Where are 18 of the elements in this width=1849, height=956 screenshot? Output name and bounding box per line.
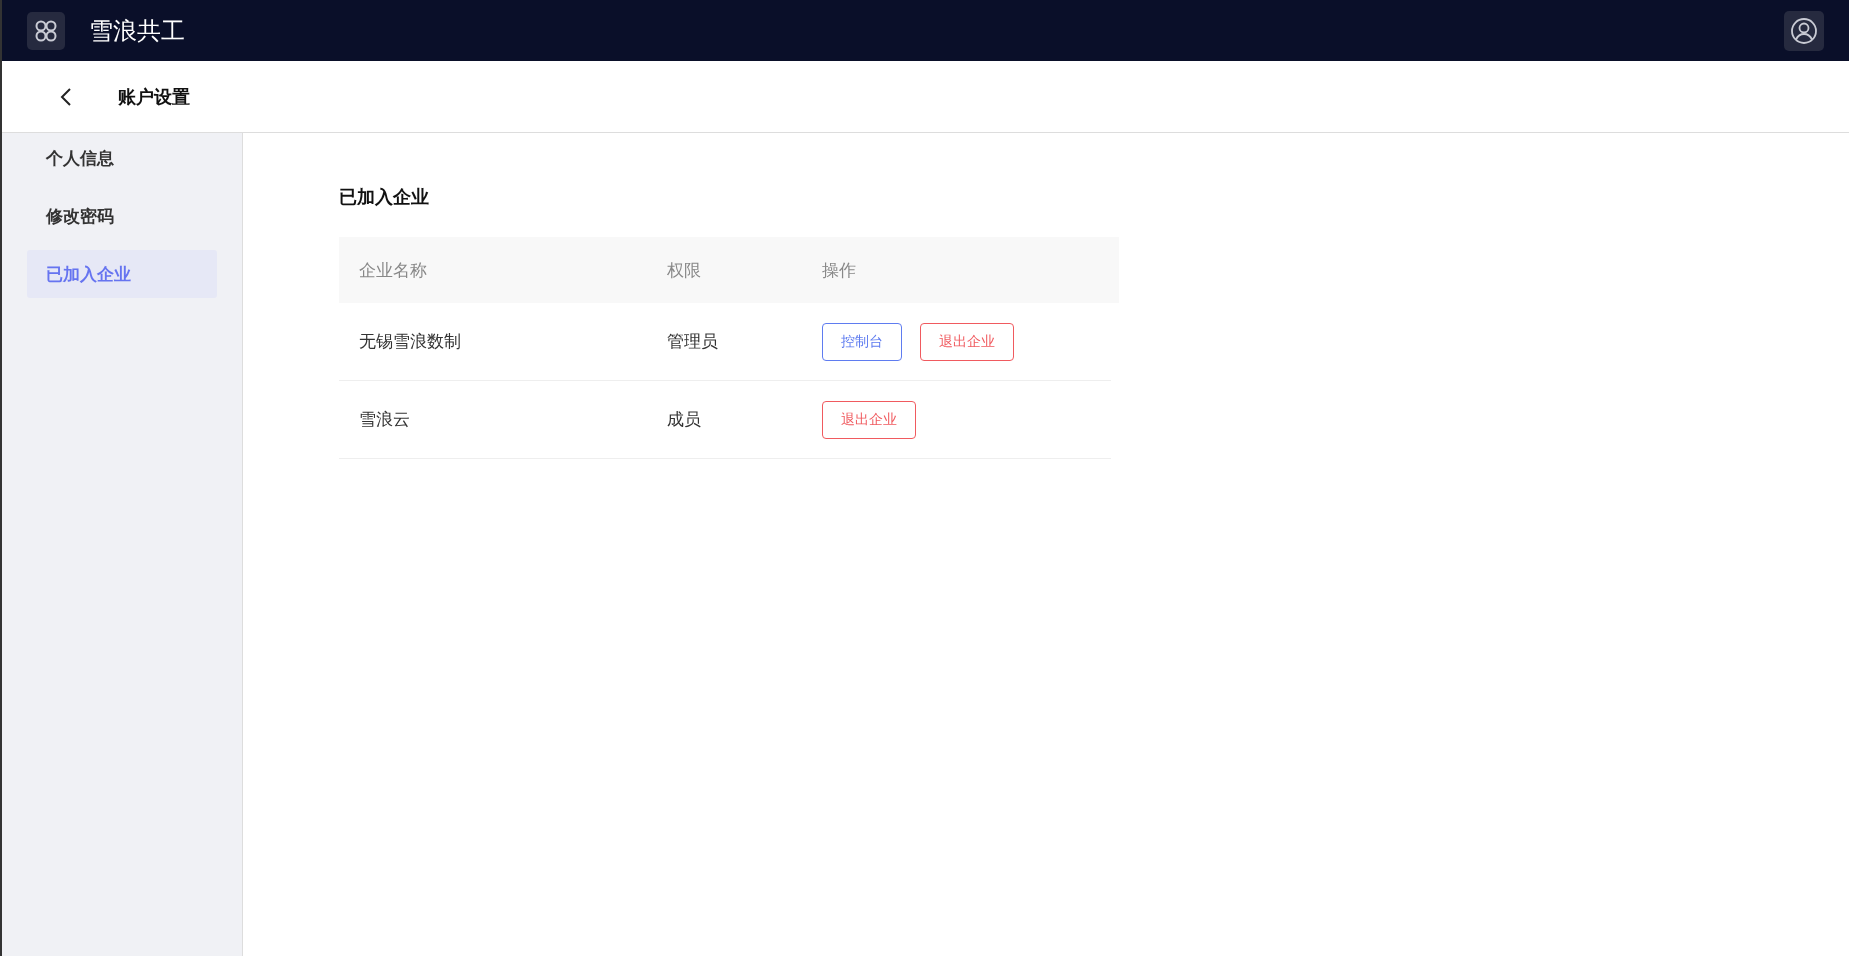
table-cell-text: 雪浪云 bbox=[358, 408, 411, 431]
app-title: 雪浪共工 bbox=[89, 15, 185, 47]
sidebar-item[interactable]: 个人信息 bbox=[27, 134, 217, 182]
leave-button[interactable]: 退出企业 bbox=[920, 322, 1014, 361]
column-header: 企业名称 bbox=[358, 258, 428, 282]
sidebar-item[interactable]: 已加入企业 bbox=[27, 250, 217, 298]
table-cell-text: 管理员 bbox=[667, 330, 719, 353]
table-cell-text: 无锡雪浪数制 bbox=[358, 330, 462, 353]
sidebar-item[interactable]: 修改密码 bbox=[27, 192, 217, 240]
console-button[interactable]: 控制台 bbox=[822, 322, 902, 361]
app-logo-icon[interactable] bbox=[27, 11, 65, 50]
user-avatar-icon[interactable] bbox=[1784, 10, 1824, 51]
column-header: 操作 bbox=[822, 258, 856, 282]
leave-button[interactable]: 退出企业 bbox=[822, 400, 916, 439]
table-cell-text: 成员 bbox=[667, 408, 702, 431]
page-title: 账户设置 bbox=[118, 84, 190, 109]
section-title: 已加入企业 bbox=[339, 185, 430, 209]
column-header: 权限 bbox=[667, 258, 702, 282]
